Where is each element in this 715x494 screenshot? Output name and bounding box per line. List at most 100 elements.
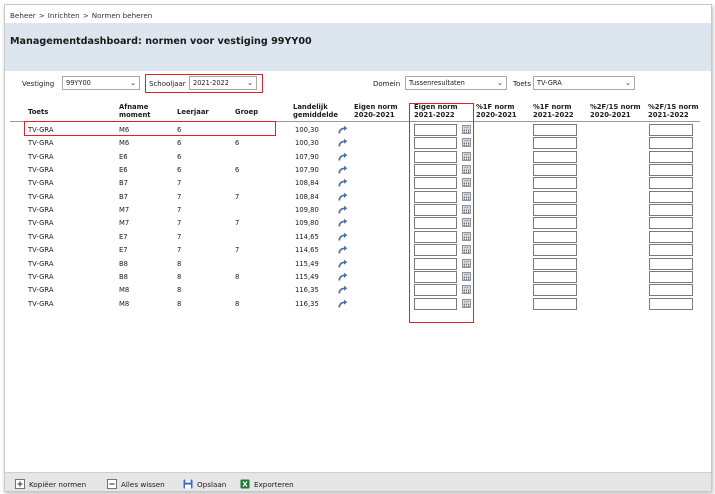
norm-2f-1s-2021-input[interactable]	[649, 137, 693, 150]
norm-1f-2021-input[interactable]	[533, 297, 577, 310]
calculator-icon[interactable]	[462, 191, 471, 201]
toets-select[interactable]: TV-GRA ⌄	[533, 76, 635, 90]
curved-arrow-icon[interactable]	[338, 285, 348, 295]
norm-2f-1s-2021-input[interactable]	[649, 177, 693, 190]
norm-2f-1s-2021-input[interactable]	[649, 124, 693, 136]
norm-1f-2021-input[interactable]	[533, 164, 577, 177]
curved-arrow-icon[interactable]	[338, 178, 348, 188]
app-window: Beheer > Inrichten > Normen beheren Manageme…	[4, 4, 712, 492]
norm-1f-2021-input[interactable]	[533, 244, 577, 257]
calculator-icon[interactable]	[462, 125, 471, 134]
vestiging-select[interactable]: 99YY00 ⌄	[62, 76, 140, 90]
cell-landelijk-gemiddelde: 109,80	[295, 219, 319, 228]
calculator-icon[interactable]	[462, 298, 471, 308]
curved-arrow-icon[interactable]	[338, 205, 348, 215]
norm-1f-2021-input[interactable]	[533, 124, 577, 136]
calculator-icon[interactable]	[462, 151, 471, 161]
calculator-icon[interactable]	[462, 231, 471, 241]
eigen-norm-2021-input[interactable]	[414, 297, 457, 310]
norm-2f-1s-2021-input[interactable]	[649, 164, 693, 177]
norm-2f-1s-2021-input[interactable]	[649, 257, 693, 270]
calculator-icon[interactable]	[462, 285, 471, 295]
norm-1f-2021-input[interactable]	[533, 177, 577, 190]
exporteren-button[interactable]: Exporteren	[240, 478, 294, 490]
norm-2f-1s-2021-input[interactable]	[649, 284, 693, 297]
calculator-icon[interactable]	[462, 165, 471, 174]
curved-arrow-icon[interactable]	[338, 192, 348, 202]
curved-arrow-icon[interactable]	[338, 245, 348, 255]
plus-icon	[15, 479, 25, 489]
eigen-norm-2021-input[interactable]	[414, 217, 457, 230]
eigen-norm-2021-input[interactable]	[414, 164, 457, 177]
eigen-norm-2021-input[interactable]	[414, 150, 457, 163]
eigen-norm-2021-input[interactable]	[414, 257, 457, 270]
eigen-norm-2021-input[interactable]	[414, 244, 457, 257]
norm-2f-1s-2021-input[interactable]	[649, 190, 693, 203]
curved-arrow-icon[interactable]	[338, 232, 348, 242]
page-title: Managementdashboard: normen voor vestigi…	[10, 36, 312, 47]
norm-1f-2021-input[interactable]	[533, 284, 577, 297]
norm-1f-2021-input[interactable]	[533, 217, 577, 230]
eigen-norm-2021-input[interactable]	[414, 137, 457, 150]
norm-1f-2021-input[interactable]	[533, 150, 577, 163]
opslaan-button[interactable]: Opslaan	[183, 478, 226, 490]
eigen-norm-2021-input[interactable]	[414, 177, 457, 190]
cell-landelijk-gemiddelde: 116,35	[295, 286, 319, 295]
calculator-icon[interactable]	[462, 205, 471, 214]
calculator-icon[interactable]	[462, 245, 471, 254]
norm-2f-1s-2021-input[interactable]	[649, 150, 693, 163]
norm-2f-1s-2021-input[interactable]	[649, 204, 693, 217]
norm-1f-2021-input[interactable]	[533, 204, 577, 217]
col-2f-2021-line2: 2021-2022	[648, 111, 689, 119]
calculator-icon[interactable]	[462, 218, 471, 228]
domein-select[interactable]: Tussenresultaten ⌄	[405, 76, 507, 90]
col-eigen-2020-line1: Eigen norm	[354, 103, 398, 111]
norm-1f-2021-input[interactable]	[533, 230, 577, 243]
norm-1f-2021-input[interactable]	[533, 190, 577, 203]
norm-2f-1s-2021-input[interactable]	[649, 244, 693, 257]
curved-arrow-icon[interactable]	[338, 299, 348, 309]
norm-1f-2021-input[interactable]	[533, 257, 577, 270]
curved-arrow-icon[interactable]	[338, 125, 348, 135]
kopieer-normen-button[interactable]: Kopiëer normen	[15, 478, 86, 490]
eigen-norm-2021-input[interactable]	[414, 204, 457, 217]
curved-arrow-icon[interactable]	[338, 152, 348, 162]
alles-wissen-button[interactable]: Alles wissen	[107, 478, 165, 490]
breadcrumb-inrichten[interactable]: Inrichten	[48, 11, 80, 20]
calculator-icon[interactable]	[462, 271, 471, 281]
schooljaar-select[interactable]: 2021-2022 ⌄	[189, 76, 257, 90]
eigen-norm-2021-input[interactable]	[414, 190, 457, 203]
norm-2f-1s-2021-input[interactable]	[649, 297, 693, 310]
col-landelijk-line1: Landelijk	[293, 103, 328, 111]
curved-arrow-icon[interactable]	[338, 259, 348, 269]
col-1f-2021-line1: %1F norm	[533, 103, 572, 111]
norm-2f-1s-2021-input[interactable]	[649, 270, 693, 283]
eigen-norm-2021-input[interactable]	[414, 230, 457, 243]
calculator-icon[interactable]	[462, 138, 471, 148]
breadcrumb-beheer[interactable]: Beheer	[10, 11, 36, 20]
cell-toets: TV-GRA	[28, 232, 54, 241]
eigen-norm-2021-input[interactable]	[414, 284, 457, 297]
curved-arrow-icon[interactable]	[338, 165, 348, 175]
norm-2f-1s-2021-input[interactable]	[649, 217, 693, 230]
calculator-icon[interactable]	[462, 178, 471, 188]
eigen-norm-2021-input[interactable]	[414, 270, 457, 283]
cell-leerjaar: 7	[177, 179, 182, 188]
chevron-down-icon: ⌄	[247, 79, 253, 87]
calculator-icon[interactable]	[462, 258, 471, 268]
cell-leerjaar: 7	[177, 192, 182, 201]
minus-icon	[107, 479, 117, 489]
eigen-norm-2021-input[interactable]	[414, 124, 457, 136]
cell-toets: TV-GRA	[28, 179, 54, 188]
chevron-down-icon: ⌄	[625, 79, 631, 87]
breadcrumb-separator: >	[38, 11, 45, 20]
cell-groep: 6	[235, 166, 240, 175]
norm-1f-2021-input[interactable]	[533, 137, 577, 150]
cell-afname-moment: M7	[119, 206, 130, 215]
curved-arrow-icon[interactable]	[338, 138, 348, 148]
curved-arrow-icon[interactable]	[338, 218, 348, 228]
col-afname-line1: Afname	[119, 103, 149, 111]
curved-arrow-icon[interactable]	[338, 272, 348, 282]
norm-1f-2021-input[interactable]	[533, 270, 577, 283]
norm-2f-1s-2021-input[interactable]	[649, 230, 693, 243]
